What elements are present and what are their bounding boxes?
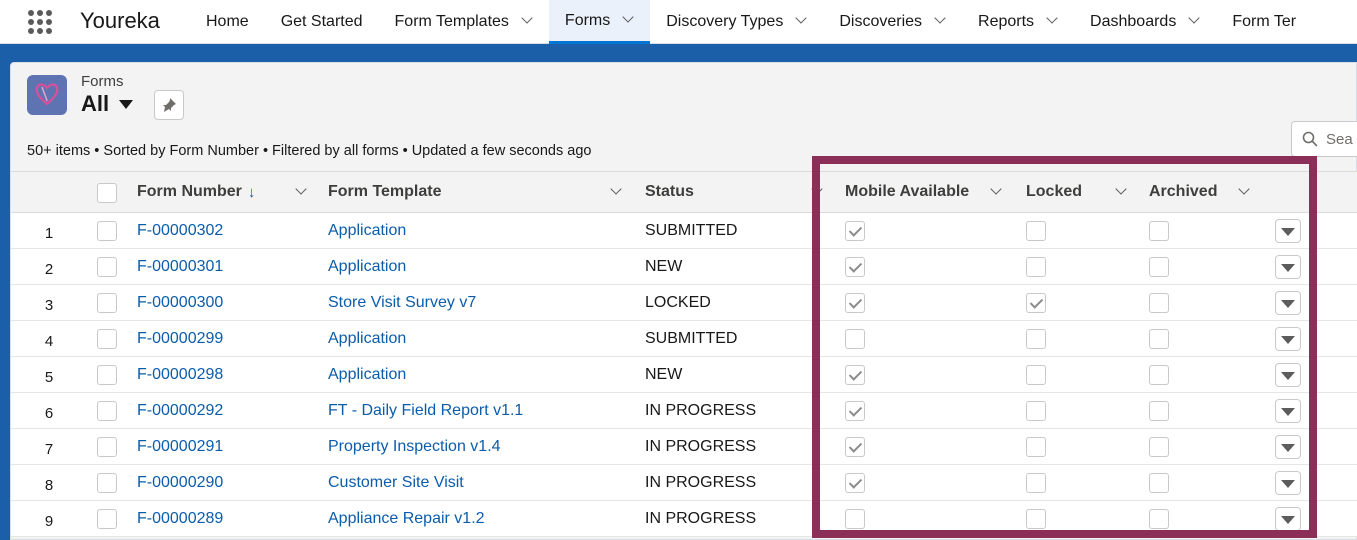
nav-tab-label: Home (206, 13, 249, 30)
status-value: NEW (645, 366, 683, 383)
row-select-checkbox[interactable] (97, 257, 117, 277)
row-number: 3 (44, 296, 54, 314)
status-value: IN PROGRESS (645, 510, 757, 527)
nav-tab-home[interactable]: Home (190, 0, 265, 44)
form-number-link[interactable]: F-00000299 (137, 321, 223, 357)
row-number: 1 (44, 224, 54, 242)
nav-tab-form-ter[interactable]: Form Ter (1216, 0, 1312, 44)
list-view-name: All (81, 91, 110, 116)
status-value: NEW (645, 258, 683, 275)
status-value: SUBMITTED (645, 222, 738, 239)
row-number: 8 (44, 476, 54, 494)
form-template-link[interactable]: Customer Site Visit (328, 465, 464, 501)
form-template-link[interactable]: Application (328, 357, 406, 393)
nav-tab-label: Dashboards (1090, 13, 1177, 30)
row-number: 9 (44, 512, 54, 530)
nav-tab-get-started[interactable]: Get Started (265, 0, 379, 44)
form-number-link[interactable]: F-00000289 (137, 501, 223, 537)
status-value: IN PROGRESS (645, 402, 757, 419)
nav-tab-label: Discoveries (839, 13, 923, 30)
list-view-selector[interactable]: All (81, 91, 134, 117)
form-number-link[interactable]: F-00000302 (137, 213, 223, 249)
nav-tab-discoveries[interactable]: Discoveries (823, 0, 962, 44)
chevron-down-icon[interactable] (297, 185, 307, 195)
nav-tab-label: Discovery Types (666, 13, 784, 30)
row-number: 5 (44, 368, 54, 386)
status-value: IN PROGRESS (645, 474, 757, 491)
global-navigation: Youreka Home Get Started Form Templates For… (0, 0, 1357, 44)
chevron-down-icon[interactable] (936, 14, 946, 24)
form-template-link[interactable]: Application (328, 213, 406, 249)
search-placeholder: Sea (1326, 130, 1353, 148)
caret-down-icon (119, 99, 134, 109)
form-template-link[interactable]: Property Inspection v1.4 (328, 429, 501, 465)
app-name: Youreka (80, 8, 160, 33)
chevron-down-icon[interactable] (523, 14, 533, 24)
row-select-checkbox[interactable] (97, 437, 117, 457)
nav-tab-label: Reports (978, 13, 1035, 30)
nav-tab-forms[interactable]: Forms (548, 0, 651, 44)
status-value: LOCKED (645, 294, 711, 311)
nav-tab-discovery-types[interactable]: Discovery Types (650, 0, 823, 44)
chevron-down-icon[interactable] (1048, 14, 1058, 24)
search-icon (1302, 131, 1318, 147)
form-number-link[interactable]: F-00000290 (137, 465, 223, 501)
pin-icon (163, 98, 176, 112)
brand-band (0, 44, 1357, 64)
row-select-checkbox[interactable] (97, 329, 117, 349)
nav-tab-label: Form Ter (1232, 13, 1297, 30)
column-header-status[interactable]: Status (645, 172, 825, 212)
row-number: 7 (44, 440, 54, 458)
form-template-link[interactable]: Application (328, 249, 406, 285)
select-all-checkbox[interactable] (97, 183, 117, 203)
row-select-checkbox[interactable] (97, 293, 117, 313)
column-header-form-number[interactable]: Form Number ↓ (137, 172, 317, 212)
nav-tab-dashboards[interactable]: Dashboards (1074, 0, 1216, 44)
row-number: 6 (44, 404, 54, 422)
row-select-checkbox[interactable] (97, 509, 117, 529)
form-template-link[interactable]: FT - Daily Field Report v1.1 (328, 393, 523, 429)
row-number: 2 (44, 260, 54, 278)
row-number: 4 (44, 332, 54, 350)
row-select-checkbox[interactable] (97, 221, 117, 241)
nav-tab-form-templates[interactable]: Form Templates (379, 0, 549, 44)
pin-list-button[interactable] (154, 90, 184, 120)
status-value: IN PROGRESS (645, 438, 757, 455)
status-value: SUBMITTED (645, 330, 738, 347)
form-number-link[interactable]: F-00000300 (137, 285, 223, 321)
object-type-label: Forms (81, 73, 124, 90)
form-number-link[interactable]: F-00000301 (137, 249, 223, 285)
nav-tab-label: Form Templates (394, 13, 509, 30)
form-number-link[interactable]: F-00000292 (137, 393, 223, 429)
chevron-down-icon[interactable] (1190, 14, 1200, 24)
row-select-checkbox[interactable] (97, 401, 117, 421)
highlight-annotation-box (812, 156, 1317, 538)
app-launcher-icon[interactable] (26, 8, 54, 36)
list-metadata: 50+ items • Sorted by Form Number • Filt… (27, 143, 592, 159)
form-template-link[interactable]: Appliance Repair v1.2 (328, 501, 485, 537)
form-template-link[interactable]: Application (328, 321, 406, 357)
column-header-form-template[interactable]: Form Template (328, 172, 638, 212)
nav-tabs: Home Get Started Form Templates Forms Discov… (190, 0, 1312, 44)
form-template-link[interactable]: Store Visit Survey v7 (328, 285, 476, 321)
form-number-link[interactable]: F-00000291 (137, 429, 223, 465)
nav-tab-label: Forms (564, 11, 611, 29)
search-input[interactable]: Sea (1291, 121, 1357, 157)
forms-object-icon (27, 75, 67, 115)
nav-tab-reports[interactable]: Reports (962, 0, 1074, 44)
sort-descending-icon: ↓ (247, 183, 256, 201)
row-select-checkbox[interactable] (97, 365, 117, 385)
chevron-down-icon[interactable] (612, 185, 622, 195)
nav-tab-label: Get Started (280, 13, 363, 30)
chevron-down-icon[interactable] (797, 14, 807, 24)
chevron-down-icon[interactable] (624, 13, 634, 23)
form-number-link[interactable]: F-00000298 (137, 357, 223, 393)
row-select-checkbox[interactable] (97, 473, 117, 493)
